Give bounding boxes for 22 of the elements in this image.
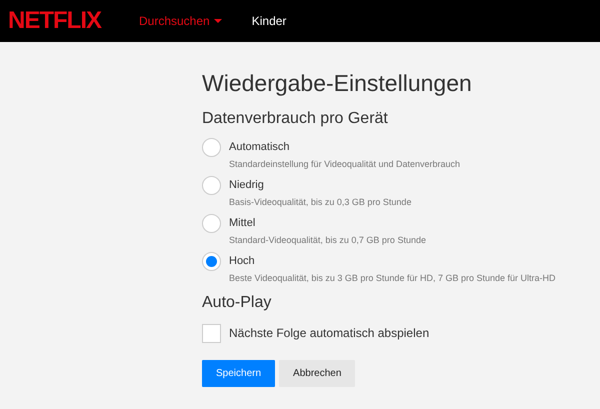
section-heading: Auto-Play xyxy=(202,292,272,312)
save-button[interactable]: Speichern xyxy=(202,360,276,387)
option-description: Beste Videoqualität, bis zu 3 GB pro Stunde für HD, 7 GB pro Stunde für Ultra-HD xyxy=(229,272,556,285)
radio-button[interactable] xyxy=(202,138,221,157)
nav-link[interactable]: Durchsuchen xyxy=(139,12,222,30)
option-description: Basis-Videoqualität, bis zu 0,3 GB pro Stunde xyxy=(229,196,412,209)
checkbox[interactable] xyxy=(202,324,221,343)
logo: NETFLIX xyxy=(8,7,101,35)
radio-button[interactable] xyxy=(202,252,221,271)
option-label: Mittel xyxy=(229,216,256,231)
checkbox-label: Nächste Folge automatisch abspielen xyxy=(229,324,430,342)
section-heading: Datenverbrauch pro Gerät xyxy=(202,108,389,128)
option-label: Hoch xyxy=(229,254,256,269)
option-label: Automatisch xyxy=(229,140,291,155)
radio-button[interactable] xyxy=(202,176,221,195)
radio-button[interactable] xyxy=(202,214,221,233)
option-description: Standard-Videoqualität, bis zu 0,7 GB pro Stunde xyxy=(229,234,426,247)
cancel-button[interactable]: Abbrechen xyxy=(279,360,356,387)
option-description: Standardeinstellung für Videoqualität und Datenverbrauch xyxy=(229,158,460,171)
page-title: Wiedergabe-Einstellungen xyxy=(202,70,473,98)
option-label: Niedrig xyxy=(229,178,265,193)
nav-link[interactable]: Kinder xyxy=(252,12,286,30)
